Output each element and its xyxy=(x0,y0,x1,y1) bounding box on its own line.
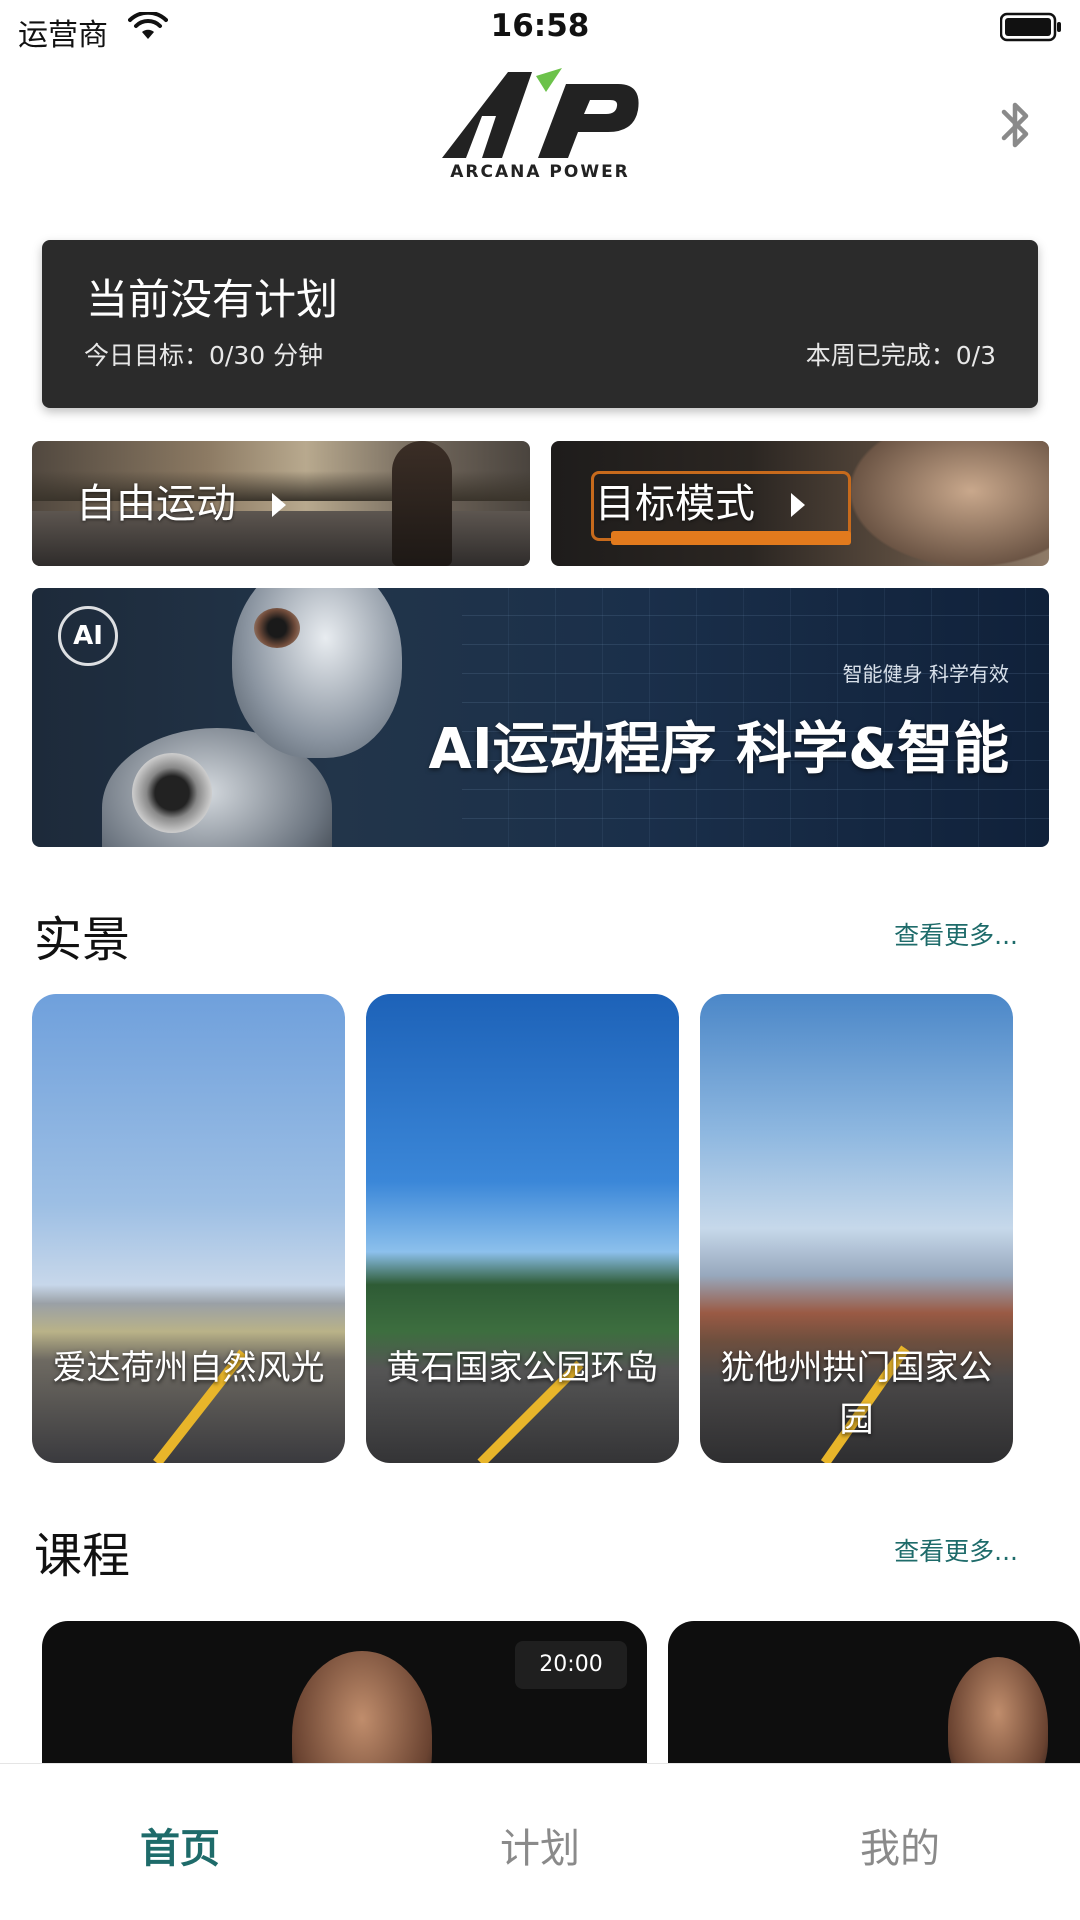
scenery-card-label: 黄石国家公园环岛 xyxy=(386,1348,659,1388)
bottom-tab-bar: 首页 计划 我的 xyxy=(0,1763,1080,1920)
scenery-card[interactable]: 犹他州拱门国家公园 xyxy=(700,994,1013,1463)
tab-plan[interactable]: 计划 xyxy=(440,1816,640,1874)
scenery-card[interactable]: 黄石国家公园环岛 xyxy=(366,994,679,1463)
target-mode-label: 目标模式 xyxy=(595,481,755,527)
scenery-card[interactable]: 爱达荷州自然风光 xyxy=(32,994,345,1463)
ai-badge-icon: AI xyxy=(58,606,118,666)
robot-joint xyxy=(132,753,212,833)
battery-icon xyxy=(1000,12,1061,42)
ap-logo-mark xyxy=(442,68,639,158)
logo-wordmark: ARCANA POWER xyxy=(450,162,630,182)
tab-mine[interactable]: 我的 xyxy=(800,1816,1000,1874)
course-card[interactable] xyxy=(668,1621,1080,1771)
free-exercise-card[interactable]: 自由运动 xyxy=(32,441,530,566)
ai-program-banner[interactable]: AI 智能健身 科学有效 AI运动程序 科学&智能 xyxy=(32,588,1049,847)
ai-banner-title: AI运动程序 科学&智能 xyxy=(428,717,1009,782)
scenery-card-label: 爱达荷州自然风光 xyxy=(52,1348,325,1388)
bluetooth-icon[interactable] xyxy=(996,96,1036,154)
plan-title: 当前没有计划 xyxy=(86,275,339,324)
clock: 16:58 xyxy=(490,8,590,44)
play-arrow-icon xyxy=(272,493,286,517)
target-mode-card[interactable]: 目标模式 xyxy=(551,441,1049,566)
home-screen: 运营商 16:58 ARCANA POWER 当前没有计划 今日目标：0/30 … xyxy=(0,0,1080,1920)
dashboard-bar xyxy=(611,531,851,545)
tab-home[interactable]: 首页 xyxy=(80,1816,280,1874)
robot-eye xyxy=(254,608,300,648)
free-exercise-label: 自由运动 xyxy=(76,481,236,527)
runner-image xyxy=(392,441,452,566)
status-bar: 运营商 16:58 xyxy=(0,0,1080,56)
course-trainer-image xyxy=(292,1651,432,1771)
course-trainer-image xyxy=(948,1657,1048,1771)
scenery-card-label: 犹他州拱门国家公园 xyxy=(720,1348,993,1440)
course-duration: 20:00 xyxy=(515,1641,627,1689)
course-card[interactable]: 20:00 xyxy=(42,1621,647,1771)
plan-summary-card[interactable]: 当前没有计划 今日目标：0/30 分钟 本周已完成：0/3 xyxy=(42,240,1038,408)
week-progress: 本周已完成：0/3 xyxy=(805,341,996,370)
ai-banner-subtitle: 智能健身 科学有效 xyxy=(842,662,1009,686)
courses-more-link[interactable]: 查看更多... xyxy=(894,1532,1018,1568)
play-arrow-icon xyxy=(791,493,805,517)
scenery-more-link[interactable]: 查看更多... xyxy=(894,916,1018,952)
scenery-section-title: 实景 xyxy=(34,912,131,968)
courses-section-title: 课程 xyxy=(34,1528,131,1584)
hand-image xyxy=(851,441,1049,566)
arcana-power-logo: ARCANA POWER xyxy=(438,66,642,186)
today-goal: 今日目标：0/30 分钟 xyxy=(84,341,324,370)
robot-head xyxy=(232,588,402,758)
